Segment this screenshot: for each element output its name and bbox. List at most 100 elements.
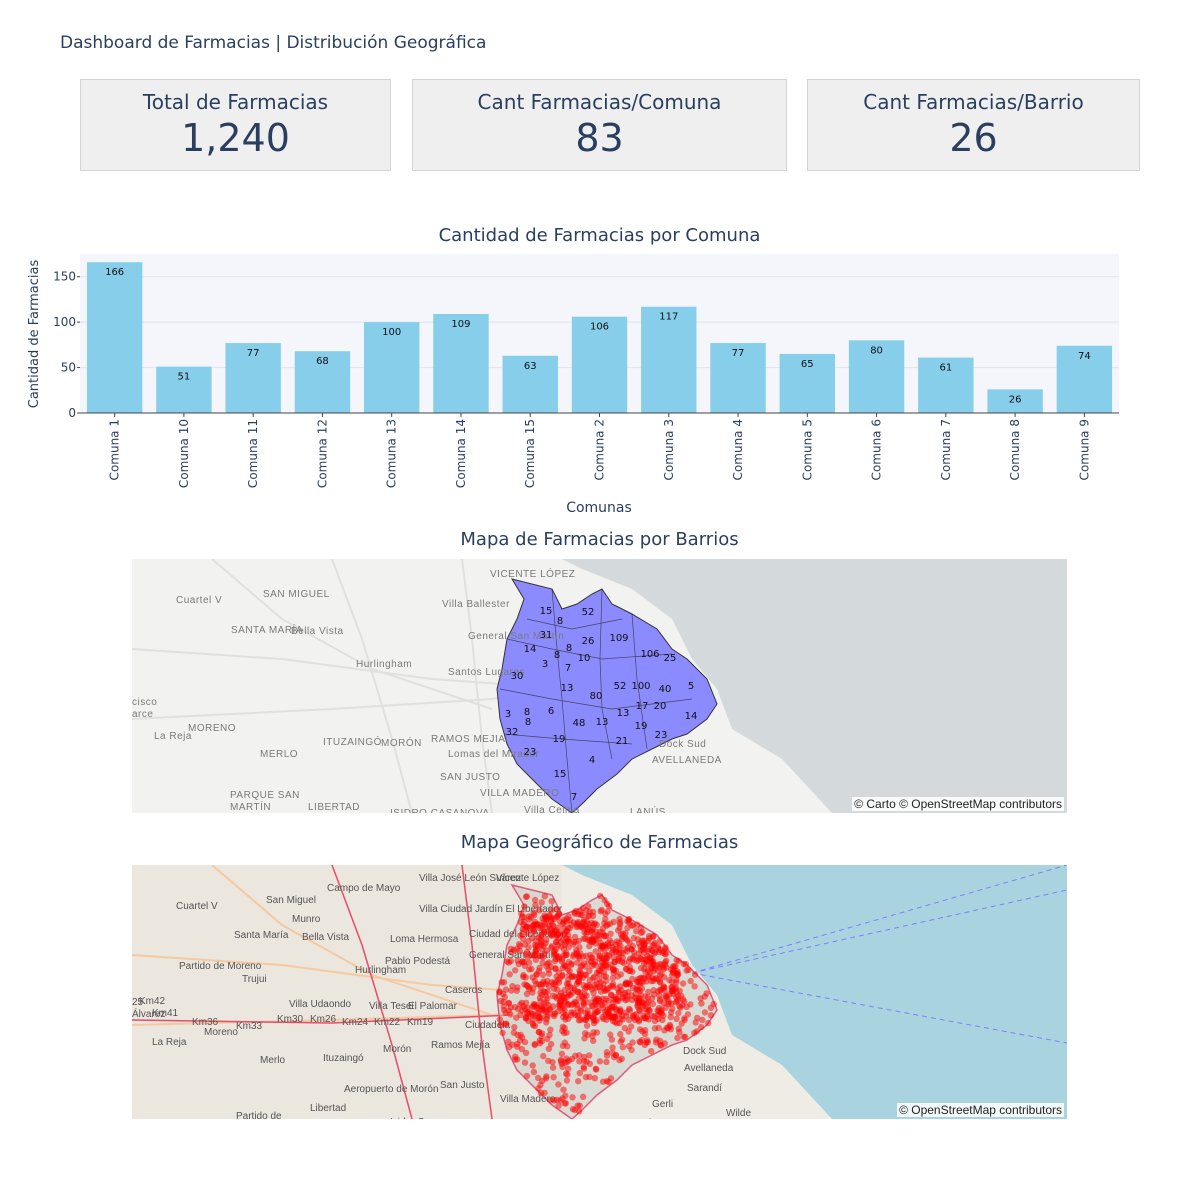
pharmacy-point[interactable] <box>635 956 643 963</box>
pharmacy-point[interactable] <box>565 991 573 998</box>
pharmacy-point[interactable] <box>603 1052 611 1059</box>
pharmacy-point[interactable] <box>591 981 598 988</box>
pharmacy-point[interactable] <box>590 989 597 996</box>
pharmacy-point[interactable] <box>498 979 505 986</box>
pharmacy-point[interactable] <box>698 1023 705 1031</box>
pharmacy-point[interactable] <box>593 1066 600 1073</box>
pharmacy-point[interactable] <box>512 1053 519 1060</box>
pharmacy-point[interactable] <box>562 1059 569 1066</box>
pharmacy-point[interactable] <box>604 908 611 915</box>
pharmacy-point[interactable] <box>629 955 637 962</box>
pharmacy-point[interactable] <box>589 1033 596 1040</box>
pharmacy-point[interactable] <box>511 1024 518 1031</box>
pharmacy-point[interactable] <box>516 947 523 954</box>
pharmacy-point[interactable] <box>591 1017 598 1025</box>
pharmacy-point[interactable] <box>524 1004 531 1011</box>
pharmacy-point[interactable] <box>525 937 532 945</box>
pharmacy-point[interactable] <box>622 930 629 937</box>
pharmacy-point[interactable] <box>521 903 528 910</box>
pharmacy-point[interactable] <box>585 912 593 920</box>
pharmacy-point[interactable] <box>603 987 610 994</box>
pharmacy-point[interactable] <box>579 911 586 919</box>
pharmacy-point[interactable] <box>649 1000 657 1007</box>
pharmacy-point[interactable] <box>649 959 656 966</box>
pharmacy-point[interactable] <box>570 953 577 960</box>
pharmacy-point[interactable] <box>540 1052 547 1060</box>
pharmacy-point[interactable] <box>608 939 615 946</box>
pharmacy-point[interactable] <box>668 988 675 995</box>
pharmacy-point[interactable] <box>561 1100 568 1107</box>
pharmacy-point[interactable] <box>538 1032 545 1040</box>
pharmacy-point[interactable] <box>522 893 530 901</box>
pharmacy-point[interactable] <box>591 973 598 981</box>
pharmacy-point[interactable] <box>673 1015 680 1022</box>
pharmacy-point[interactable] <box>546 982 553 990</box>
pharmacy-point[interactable] <box>592 998 600 1005</box>
pharmacy-point[interactable] <box>582 1016 589 1024</box>
pharmacy-point[interactable] <box>701 1009 709 1016</box>
pharmacy-point[interactable] <box>662 950 670 957</box>
pharmacy-point[interactable] <box>500 1003 507 1010</box>
pharmacy-point[interactable] <box>543 999 550 1007</box>
pharmacy-point[interactable] <box>608 992 615 999</box>
pharmacy-point[interactable] <box>576 967 583 974</box>
pharmacy-point[interactable] <box>538 899 545 906</box>
pharmacy-point[interactable] <box>545 1045 553 1052</box>
pharmacy-point[interactable] <box>565 1001 572 1008</box>
pharmacy-point[interactable] <box>636 1026 644 1033</box>
pharmacy-point[interactable] <box>542 914 549 921</box>
pharmacy-point[interactable] <box>596 1058 604 1065</box>
pharmacy-point[interactable] <box>648 995 656 1002</box>
pharmacy-point[interactable] <box>657 1041 664 1048</box>
pharmacy-point[interactable] <box>552 955 559 962</box>
pharmacy-point[interactable] <box>607 1031 614 1038</box>
pharmacy-point[interactable] <box>662 944 669 951</box>
pharmacy-point[interactable] <box>576 1102 583 1109</box>
pharmacy-point[interactable] <box>628 922 635 929</box>
pharmacy-point[interactable] <box>586 1052 593 1059</box>
pharmacy-point[interactable] <box>667 1023 674 1030</box>
pharmacy-point[interactable] <box>607 930 614 937</box>
pharmacy-point[interactable] <box>519 913 526 920</box>
pharmacy-point[interactable] <box>613 938 621 945</box>
pharmacy-point[interactable] <box>666 976 673 984</box>
pharmacy-point[interactable] <box>569 1105 577 1113</box>
pharmacy-point[interactable] <box>537 997 544 1005</box>
pharmacy-point[interactable] <box>579 994 587 1001</box>
pharmacy-point[interactable] <box>617 1030 624 1038</box>
pharmacy-point[interactable] <box>571 986 579 993</box>
pharmacy-point[interactable] <box>601 920 608 927</box>
pharmacy-point[interactable] <box>544 1013 551 1020</box>
pharmacy-point[interactable] <box>679 1002 686 1009</box>
pharmacy-point[interactable] <box>544 988 551 995</box>
pharmacy-point[interactable] <box>525 944 532 951</box>
pharmacy-point[interactable] <box>603 1078 611 1085</box>
pharmacy-point[interactable] <box>564 1071 571 1078</box>
pharmacy-point[interactable] <box>553 1096 561 1103</box>
barrios-map[interactable]: VICENTE LÓPEZ SAN MIGUEL Cuartel V Villa Ba… <box>132 559 1067 813</box>
pharmacy-point[interactable] <box>691 971 699 978</box>
pharmacy-point[interactable] <box>540 929 548 936</box>
pharmacy-point[interactable] <box>497 997 504 1005</box>
pharmacy-point[interactable] <box>675 957 682 965</box>
pharmacy-point[interactable] <box>541 893 548 900</box>
pharmacy-point[interactable] <box>528 965 535 973</box>
pharmacy-point[interactable] <box>561 1024 568 1032</box>
pharmacy-point[interactable] <box>530 1068 538 1076</box>
pharmacy-point[interactable] <box>572 938 579 945</box>
pharmacy-point[interactable] <box>536 1014 543 1021</box>
pharmacy-point[interactable] <box>628 992 635 999</box>
pharmacy-point[interactable] <box>675 1009 682 1017</box>
bar[interactable] <box>86 262 143 413</box>
pharmacy-point[interactable] <box>638 985 646 992</box>
pharmacy-point[interactable] <box>514 1031 521 1039</box>
pharmacy-point[interactable] <box>513 1014 520 1021</box>
pharmacy-point[interactable] <box>514 957 521 964</box>
pharmacy-point[interactable] <box>563 1077 571 1084</box>
pharmacy-point[interactable] <box>587 951 594 959</box>
pharmacy-point[interactable] <box>648 1048 655 1055</box>
pharmacy-point[interactable] <box>641 941 648 949</box>
pharmacy-point[interactable] <box>671 963 678 970</box>
pharmacy-point[interactable] <box>630 1014 637 1021</box>
pharmacy-point[interactable] <box>506 971 513 978</box>
